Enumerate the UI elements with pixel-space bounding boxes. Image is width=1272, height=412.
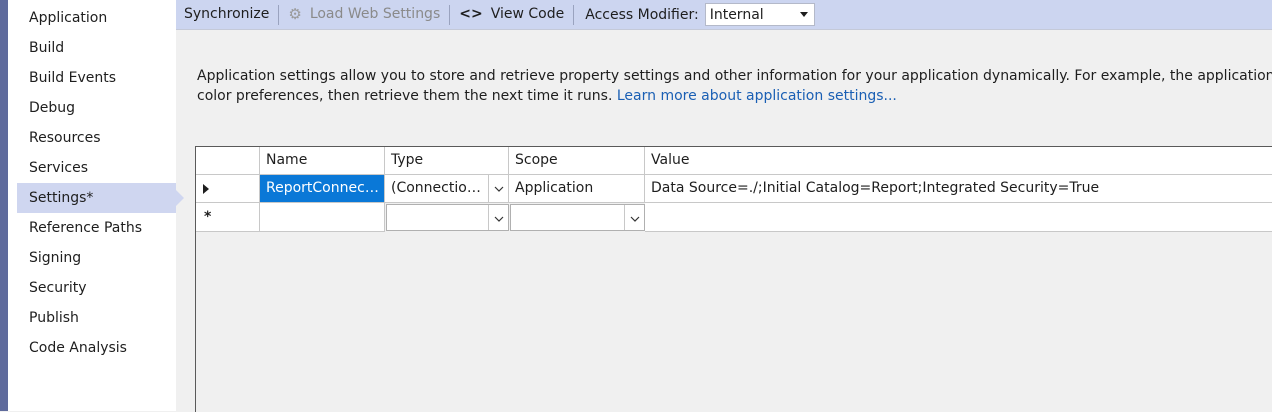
column-header-type[interactable]: Type bbox=[385, 147, 509, 175]
new-row-header[interactable]: * bbox=[196, 203, 260, 232]
description-line-1: Application settings allow you to store … bbox=[197, 68, 1272, 84]
sidebar-item-build-events[interactable]: Build Events bbox=[17, 63, 176, 93]
new-row-marker: * bbox=[204, 209, 212, 225]
description-text: color preferences, then retrieve them th… bbox=[197, 88, 613, 104]
view-code-label: View Code bbox=[490, 6, 565, 22]
row-header[interactable] bbox=[196, 175, 260, 203]
row-header-corner bbox=[196, 147, 260, 175]
left-accent-stripe bbox=[0, 0, 8, 411]
toolbar-separator bbox=[573, 4, 575, 25]
description-line-2: color preferences, then retrieve them th… bbox=[197, 86, 1272, 106]
gear-icon: ⚙ bbox=[288, 5, 302, 23]
chevron-down-icon[interactable] bbox=[488, 175, 508, 202]
synchronize-button[interactable]: Synchronize bbox=[176, 2, 277, 27]
sidebar-item-security[interactable]: Security bbox=[17, 273, 176, 303]
sidebar-item-services[interactable]: Services bbox=[17, 153, 176, 183]
code-brackets-icon: <> bbox=[459, 6, 483, 22]
sidebar-item-signing[interactable]: Signing bbox=[17, 243, 176, 273]
sidebar-item-publish[interactable]: Publish bbox=[17, 303, 176, 333]
setting-scope-cell[interactable]: Application bbox=[509, 175, 645, 203]
toolbar-separator bbox=[278, 4, 280, 25]
view-code-button[interactable]: <> View Code bbox=[451, 2, 572, 27]
settings-description: Application settings allow you to store … bbox=[197, 66, 1272, 106]
new-setting-scope-dropdown[interactable] bbox=[510, 204, 645, 231]
learn-more-link[interactable]: Learn more about application settings... bbox=[617, 88, 897, 104]
chevron-down-icon[interactable] bbox=[624, 205, 644, 230]
access-modifier-value: Internal bbox=[709, 6, 764, 23]
sidebar-item-reference-paths[interactable]: Reference Paths bbox=[17, 213, 176, 243]
sidebar-item-code-analysis[interactable]: Code Analysis bbox=[17, 333, 176, 363]
row-pointer-icon bbox=[203, 184, 209, 194]
new-setting-name-cell[interactable] bbox=[260, 203, 385, 232]
settings-toolbar: Synchronize ⚙ Load Web Settings <> View … bbox=[176, 0, 1272, 30]
setting-value-cell[interactable]: Data Source=./;Initial Catalog=Report;In… bbox=[645, 175, 1272, 203]
new-setting-type-dropdown[interactable] bbox=[386, 204, 509, 231]
chevron-down-icon bbox=[799, 12, 808, 17]
chevron-down-icon[interactable] bbox=[488, 205, 508, 230]
load-web-settings-button[interactable]: ⚙ Load Web Settings bbox=[280, 2, 448, 27]
access-modifier-label: Access Modifier: bbox=[585, 6, 699, 23]
sidebar-item-settings[interactable]: Settings* bbox=[17, 183, 184, 213]
settings-grid: Name Type Scope Value ReportConnectionSt… bbox=[195, 146, 1272, 412]
synchronize-label: Synchronize bbox=[184, 6, 270, 22]
toolbar-separator bbox=[449, 4, 451, 25]
column-header-name[interactable]: Name bbox=[260, 147, 385, 175]
column-header-value[interactable]: Value bbox=[645, 147, 1272, 175]
sidebar-item-resources[interactable]: Resources bbox=[17, 123, 176, 153]
setting-type-dropdown[interactable]: (Connection string) bbox=[385, 175, 509, 203]
load-web-settings-label: Load Web Settings bbox=[309, 6, 441, 22]
sidebar: Application Build Build Events Debug Res… bbox=[8, 0, 184, 411]
setting-name-cell[interactable]: ReportConnectionString bbox=[260, 175, 385, 203]
new-setting-value-cell[interactable] bbox=[645, 203, 1272, 232]
sidebar-item-build[interactable]: Build bbox=[17, 33, 176, 63]
sidebar-item-application[interactable]: Application bbox=[17, 3, 176, 33]
access-modifier-dropdown[interactable]: Internal bbox=[704, 3, 815, 26]
sidebar-item-debug[interactable]: Debug bbox=[17, 93, 176, 123]
column-header-scope[interactable]: Scope bbox=[509, 147, 645, 175]
